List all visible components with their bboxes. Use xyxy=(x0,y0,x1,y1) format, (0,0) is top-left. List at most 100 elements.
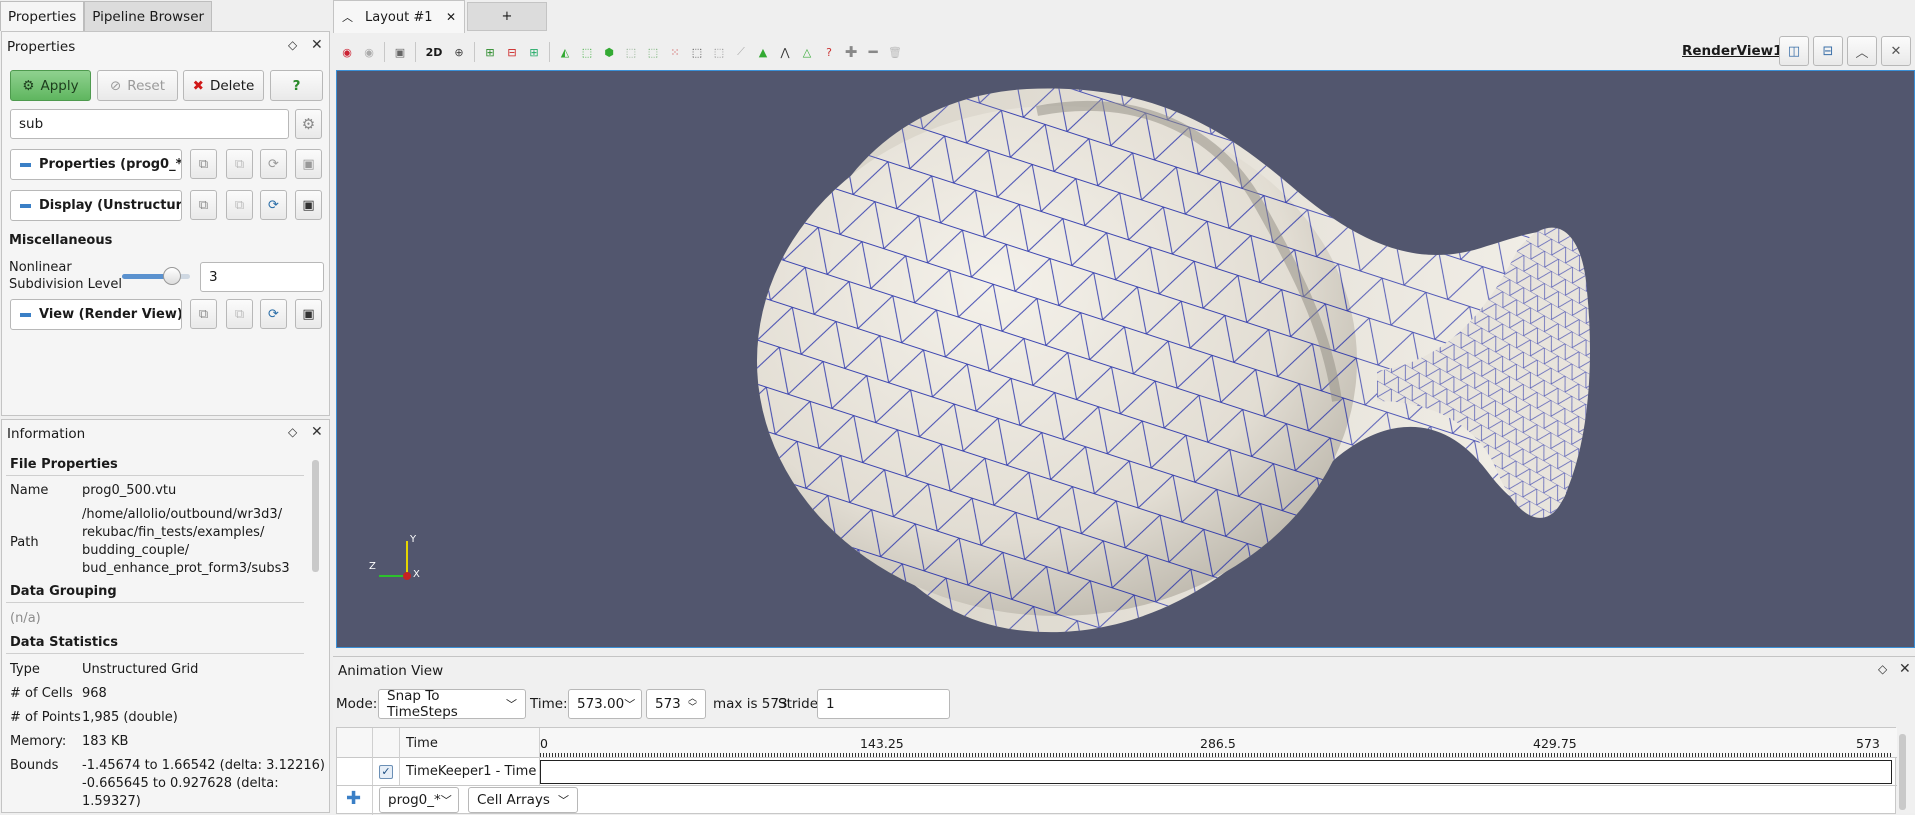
type-value: Unstructured Grid xyxy=(82,662,199,677)
animation-title: Animation View xyxy=(338,663,444,679)
info-scrollbar[interactable] xyxy=(312,460,319,572)
section-display[interactable]: Display (Unstructured xyxy=(10,190,182,221)
delete-button[interactable]: ✖ Delete xyxy=(183,70,264,101)
copy-button[interactable]: ⧉ xyxy=(190,299,217,329)
zoom-out-icon[interactable]: ⊟ xyxy=(501,41,523,63)
save-button[interactable]: ▣ xyxy=(295,299,322,329)
zoom-data-icon[interactable]: ⊞ xyxy=(523,41,545,63)
select-polygon-icon[interactable]: ⬚ xyxy=(642,41,664,63)
tab-pipeline-browser[interactable]: Pipeline Browser xyxy=(84,1,213,31)
select-points-icon[interactable]: ⬚ xyxy=(576,41,598,63)
paste-button[interactable]: ⧉ xyxy=(226,299,253,329)
render-canvas: Y Z X xyxy=(369,88,1590,633)
reload-button[interactable]: ⟳ xyxy=(260,299,287,329)
clear-selection-icon[interactable]: 🗑 xyxy=(884,41,906,63)
search-input[interactable]: sub xyxy=(10,109,289,139)
points-label: # of Points xyxy=(10,710,81,725)
timestep-tick-marks xyxy=(540,753,1892,757)
advanced-gear-button[interactable]: ⚙ xyxy=(295,109,322,139)
tab-layout-1[interactable]: ︿ Layout #1 ✕ xyxy=(333,0,465,33)
layout-tab-bar: ︿ Layout #1 ✕ + xyxy=(333,0,547,33)
split-horizontal-button[interactable]: ◫ xyxy=(1779,36,1809,66)
select-polygon-points-icon[interactable]: ⁙ xyxy=(664,41,686,63)
time-select[interactable]: 573.00 ﹀ xyxy=(568,689,642,719)
undo-camera-icon[interactable]: ◉ xyxy=(358,41,380,63)
tick-3: 429.75 xyxy=(1533,736,1577,751)
animation-panel: Animation View ◇ ✕ Mode: Snap To TimeSte… xyxy=(333,656,1915,815)
camera-icon[interactable]: ▣ xyxy=(389,41,411,63)
separator xyxy=(549,42,550,62)
zoom-to-box-icon[interactable]: ⊕ xyxy=(448,41,470,63)
path-label: Path xyxy=(10,535,39,550)
apply-button[interactable]: ⚙ Apply xyxy=(10,70,91,101)
subdivision-slider[interactable] xyxy=(122,267,190,285)
mode-select[interactable]: Snap To TimeSteps ﹀ xyxy=(378,688,526,720)
axis-x-label: X xyxy=(413,569,420,580)
capture-icon[interactable]: ◉ xyxy=(336,41,358,63)
help-button[interactable]: ? xyxy=(270,70,323,101)
subdivision-level-input[interactable]: 3 xyxy=(200,262,324,292)
shrink-selection-icon[interactable]: ━ xyxy=(862,41,884,63)
properties-panel: Properties ◇ ✕ ⚙ Apply ⊘ Reset ✖ Delete ? s… xyxy=(1,31,330,416)
reload-button[interactable]: ⟳ xyxy=(260,149,287,179)
slider-handle[interactable] xyxy=(162,267,181,285)
left-tab-bar: Properties Pipeline Browser xyxy=(0,0,213,32)
copy-button[interactable]: ⧉ xyxy=(190,190,217,220)
interactive-select-icon[interactable]: ▲ xyxy=(752,41,774,63)
source-select[interactable]: prog0_* ﹀ xyxy=(379,787,459,813)
stride-input[interactable]: 1 xyxy=(817,689,950,719)
hover-query-icon[interactable]: △ xyxy=(796,41,818,63)
file-properties-heading: File Properties xyxy=(10,457,118,472)
float-dock-icon[interactable]: ◇ xyxy=(288,38,297,52)
close-tab-icon[interactable]: ✕ xyxy=(446,10,456,24)
spin-arrows-icon[interactable]: ︿ ﹀ xyxy=(688,695,697,713)
cells-label: # of Cells xyxy=(10,686,73,701)
hover-point-query-icon[interactable]: ? xyxy=(818,41,840,63)
bounds-label: Bounds xyxy=(10,758,59,773)
save-button[interactable]: ▣ xyxy=(295,149,322,179)
track-timeline-bar[interactable] xyxy=(540,760,1892,784)
tick-4: 573 xyxy=(1856,736,1880,751)
float-dock-icon[interactable]: ◇ xyxy=(288,425,297,439)
toggle-2d-button[interactable]: 2D xyxy=(420,41,448,63)
add-track-icon[interactable]: ✚ xyxy=(346,788,361,809)
reset-button[interactable]: ⊘ Reset xyxy=(97,70,178,101)
close-dock-icon[interactable]: ✕ xyxy=(311,37,323,53)
close-dock-icon[interactable]: ✕ xyxy=(1899,661,1911,677)
close-dock-icon[interactable]: ✕ xyxy=(311,424,323,440)
select-blocks-icon[interactable]: ⬚ xyxy=(686,41,708,63)
hover-points-icon[interactable]: ⟋ xyxy=(730,41,752,63)
reset-camera-icon[interactable]: ⊞ xyxy=(479,41,501,63)
interactive-select-points-icon[interactable]: ⋀ xyxy=(774,41,796,63)
copy-button[interactable]: ⧉ xyxy=(190,149,217,179)
paste-button[interactable]: ⧉ xyxy=(226,190,253,220)
tab-properties[interactable]: Properties xyxy=(0,1,85,31)
render-viewport[interactable]: Y Z X xyxy=(336,70,1915,648)
cells-value: 968 xyxy=(82,686,107,701)
bounds-value: -1.45674 to 1.66542 (delta: 3.12216) -0.… xyxy=(82,758,325,809)
select-frustum-icon[interactable]: ⬢ xyxy=(598,41,620,63)
hover-cells-icon[interactable]: ⬚ xyxy=(708,41,730,63)
reload-button[interactable]: ⟳ xyxy=(260,190,287,220)
paste-button[interactable]: ⧉ xyxy=(226,149,253,179)
select-frustum-points-icon[interactable]: ⬚ xyxy=(620,41,642,63)
paste-icon: ⧉ xyxy=(234,306,245,322)
information-title: Information xyxy=(7,426,86,442)
save-button[interactable]: ▣ xyxy=(295,190,322,220)
maximize-button[interactable]: ︿ xyxy=(1847,36,1877,66)
float-dock-icon[interactable]: ◇ xyxy=(1878,662,1887,676)
section-view[interactable]: View (Render View) xyxy=(10,299,182,330)
timestep-spinbox[interactable]: 573 ︿ ﹀ xyxy=(646,689,706,719)
render-view-name[interactable]: RenderView1 xyxy=(1682,43,1783,59)
section-properties[interactable]: Properties (prog0_*) xyxy=(10,149,182,180)
refresh-icon: ⟳ xyxy=(268,306,279,322)
grow-selection-icon[interactable]: ✚ xyxy=(840,41,862,63)
select-cells-icon[interactable]: ◭ xyxy=(554,41,576,63)
timeline-scrollbar[interactable] xyxy=(1899,734,1906,810)
track-checkbox[interactable]: ✓ xyxy=(379,765,393,779)
arrays-select[interactable]: Cell Arrays ﹀ xyxy=(468,787,578,813)
split-vertical-button[interactable]: ⊟ xyxy=(1813,36,1843,66)
close-view-button[interactable]: ✕ xyxy=(1881,36,1911,66)
axis-z-label: Z xyxy=(369,561,376,572)
add-layout-tab[interactable]: + xyxy=(467,2,547,31)
